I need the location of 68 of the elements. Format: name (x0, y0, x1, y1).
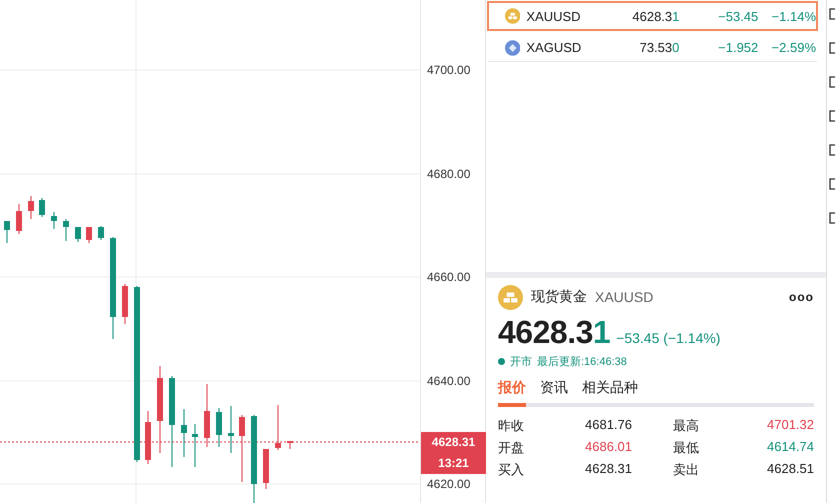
price-change: −53.45 (−1.14%) (616, 330, 720, 346)
stat-value: 4701.32 (766, 417, 814, 434)
stat-label: 最低 (673, 439, 700, 457)
axis-label: 4700.00 (427, 63, 470, 77)
stat-label: 昨收 (498, 417, 525, 435)
candle (98, 226, 104, 240)
tool-icon[interactable] (827, 178, 835, 190)
tool-icon[interactable] (827, 144, 835, 156)
candle (263, 448, 269, 490)
candle (239, 414, 245, 482)
candle-countdown: 13:21 (437, 455, 470, 472)
candle (192, 424, 198, 468)
candle (63, 218, 69, 242)
bar-stack-icon (498, 284, 523, 310)
change: −1.952 (717, 40, 758, 55)
instrument-name: 现货黄金 (531, 288, 587, 306)
price: 73.530 (638, 40, 680, 55)
change: −53.45 (717, 8, 758, 24)
stat-value: 4628.31 (585, 461, 633, 478)
symbol: XAUUSD (526, 8, 582, 24)
axis-label: 4680.00 (427, 166, 470, 180)
candle (28, 196, 34, 220)
candle (51, 212, 57, 230)
candle (204, 384, 210, 448)
bar-stack-icon (505, 8, 520, 24)
stat-label: 卖出 (673, 461, 700, 479)
more-button[interactable]: ooo (789, 290, 814, 304)
candle (216, 408, 222, 448)
tool-icon[interactable] (827, 212, 835, 224)
watchlist-row[interactable]: XAUUSD 4628.31 −53.45 −1.14% (487, 1, 818, 31)
candle (39, 198, 45, 218)
stat-value: 4628.51 (766, 461, 814, 478)
tool-icon[interactable] (827, 8, 835, 20)
tab[interactable]: 相关品种 (582, 379, 638, 403)
update-time: 最后更新:16:46:38 (537, 354, 627, 369)
candle (86, 226, 92, 244)
candle (145, 410, 151, 464)
watchlist-row[interactable]: XAGUSD 73.530 −1.952 −2.59% (487, 32, 818, 62)
candle (16, 204, 22, 234)
candle (75, 226, 81, 242)
tool-icon[interactable] (827, 110, 835, 122)
stat-value: 4614.74 (766, 439, 814, 456)
price: 4628.31 (631, 8, 680, 24)
stat-label: 开盘 (498, 439, 525, 457)
stat-value: 4686.01 (585, 439, 633, 456)
stat-label: 买入 (498, 461, 525, 479)
tab[interactable]: 资讯 (540, 379, 568, 403)
change-percent: −2.59% (770, 40, 816, 55)
stat-value: 4681.76 (585, 417, 633, 434)
status-dot (498, 358, 505, 365)
axis-label: 4620.00 (427, 477, 470, 491)
tool-icon[interactable] (827, 42, 835, 54)
last-price: 4628.31 (498, 314, 610, 350)
stat-label: 最高 (673, 417, 700, 435)
candle (122, 284, 128, 324)
symbol: XAGUSD (526, 40, 582, 55)
instrument-symbol: XAUUSD (595, 289, 654, 305)
candle (287, 440, 293, 450)
current-price: 4628.31 (430, 434, 476, 451)
market-status: 开市 (510, 354, 532, 369)
change-percent: −1.14% (770, 8, 816, 24)
axis-label: 4640.00 (427, 374, 470, 388)
candle (228, 406, 234, 454)
axis-label: 4660.00 (427, 270, 470, 284)
candle (275, 404, 281, 450)
candle (181, 408, 187, 458)
candle (4, 220, 10, 244)
tool-icon[interactable] (827, 76, 835, 88)
